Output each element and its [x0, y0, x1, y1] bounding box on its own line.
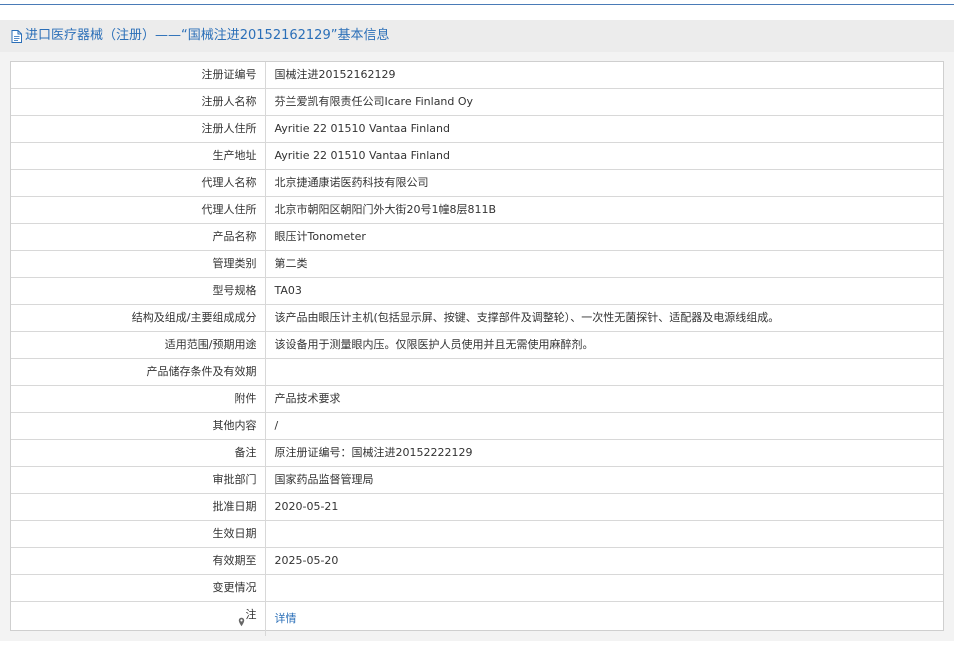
row-label: 注册证编号 — [11, 62, 266, 89]
note-row: 注 详情 — [11, 601, 943, 637]
row-label: 代理人名称 — [11, 169, 266, 197]
info-table: 注册证编号 国械注进20152162129 注册人名称 芬兰爱凯有限责任公司Ic… — [11, 62, 943, 636]
table-row: 附件 产品技术要求 — [11, 385, 943, 413]
table-row: 变更情况 — [11, 574, 943, 602]
row-label: 附件 — [11, 385, 266, 413]
row-value: 北京市朝阳区朝阳门外大街20号1幢8层811B — [265, 196, 943, 224]
pin-icon — [238, 611, 245, 627]
document-icon — [10, 29, 23, 43]
info-table-container: 注册证编号 国械注进20152162129 注册人名称 芬兰爱凯有限责任公司Ic… — [10, 61, 944, 636]
row-value: / — [265, 412, 943, 440]
row-value: 第二类 — [265, 250, 943, 278]
row-label: 代理人住所 — [11, 196, 266, 224]
table-row: 结构及组成/主要组成成分 该产品由眼压计主机(包括显示屏、按键、支撑部件及调整轮… — [11, 304, 943, 332]
row-label: 批准日期 — [11, 493, 266, 521]
row-label: 注册人名称 — [11, 88, 266, 116]
row-label: 生效日期 — [11, 520, 266, 548]
row-value: 该设备用于测量眼内压。仅限医护人员使用并且无需使用麻醉剂。 — [265, 331, 943, 359]
row-label: 变更情况 — [11, 574, 266, 602]
bottom-space — [0, 641, 954, 662]
row-value: Ayritie 22 01510 Vantaa Finland — [265, 115, 943, 143]
details-link[interactable]: 详情 — [275, 612, 297, 625]
top-divider-line — [0, 4, 954, 5]
table-row: 备注 原注册证编号：国械注进20152222129 — [11, 439, 943, 467]
row-value: 2020-05-21 — [265, 493, 943, 521]
row-label: 型号规格 — [11, 277, 266, 305]
table-row: 生产地址 Ayritie 22 01510 Vantaa Finland — [11, 142, 943, 170]
table-row: 产品储存条件及有效期 — [11, 358, 943, 386]
row-label: 产品储存条件及有效期 — [11, 358, 266, 386]
table-row: 审批部门 国家药品监督管理局 — [11, 466, 943, 494]
table-row: 其他内容 / — [11, 412, 943, 440]
note-mark: 注 — [238, 602, 257, 628]
table-row: 生效日期 — [11, 520, 943, 548]
row-value: 该产品由眼压计主机(包括显示屏、按键、支撑部件及调整轮）、一次性无菌探针、适配器… — [265, 304, 943, 332]
table-row: 产品名称 眼压计Tonometer — [11, 223, 943, 251]
row-value: 2025-05-20 — [265, 547, 943, 575]
row-value: 眼压计Tonometer — [265, 223, 943, 251]
table-row: 注册人住所 Ayritie 22 01510 Vantaa Finland — [11, 115, 943, 143]
table-row: 适用范围/预期用途 该设备用于测量眼内压。仅限医护人员使用并且无需使用麻醉剂。 — [11, 331, 943, 359]
row-label: 其他内容 — [11, 412, 266, 440]
table-row: 管理类别 第二类 — [11, 250, 943, 278]
row-value: Ayritie 22 01510 Vantaa Finland — [265, 142, 943, 170]
row-value: 国械注进20152162129 — [265, 62, 943, 89]
table-row: 代理人名称 北京捷通康诺医药科技有限公司 — [11, 169, 943, 197]
row-value — [265, 574, 943, 602]
page-title: 进口医疗器械（注册）——“国械注进20152162129”基本信息 — [25, 28, 390, 43]
row-label: 产品名称 — [11, 223, 266, 251]
row-label: 结构及组成/主要组成成分 — [11, 304, 266, 332]
row-value: 产品技术要求 — [265, 385, 943, 413]
table-row: 代理人住所 北京市朝阳区朝阳门外大街20号1幢8层811B — [11, 196, 943, 224]
row-value: TA03 — [265, 277, 943, 305]
row-label: 注册人住所 — [11, 115, 266, 143]
note-label-cell: 注 — [11, 601, 266, 636]
row-label: 管理类别 — [11, 250, 266, 278]
note-label: 注 — [245, 608, 257, 621]
section-header: 进口医疗器械（注册）——“国械注进20152162129”基本信息 — [0, 20, 954, 52]
row-label: 审批部门 — [11, 466, 266, 494]
table-row: 批准日期 2020-05-21 — [11, 493, 943, 521]
table-row: 注册证编号 国械注进20152162129 — [11, 62, 943, 89]
row-value: 原注册证编号：国械注进20152222129 — [265, 439, 943, 467]
row-value: 国家药品监督管理局 — [265, 466, 943, 494]
note-value-cell: 详情 — [265, 602, 943, 637]
row-label: 有效期至 — [11, 547, 266, 575]
row-value: 芬兰爱凯有限责任公司Icare Finland Oy — [265, 88, 943, 116]
row-value: 北京捷通康诺医药科技有限公司 — [265, 169, 943, 197]
table-row: 有效期至 2025-05-20 — [11, 547, 943, 575]
row-value — [265, 358, 943, 386]
row-value — [265, 520, 943, 548]
table-row: 型号规格 TA03 — [11, 277, 943, 305]
table-row: 注册人名称 芬兰爱凯有限责任公司Icare Finland Oy — [11, 88, 943, 116]
row-label: 备注 — [11, 439, 266, 467]
row-label: 适用范围/预期用途 — [11, 331, 266, 359]
row-label: 生产地址 — [11, 142, 266, 170]
